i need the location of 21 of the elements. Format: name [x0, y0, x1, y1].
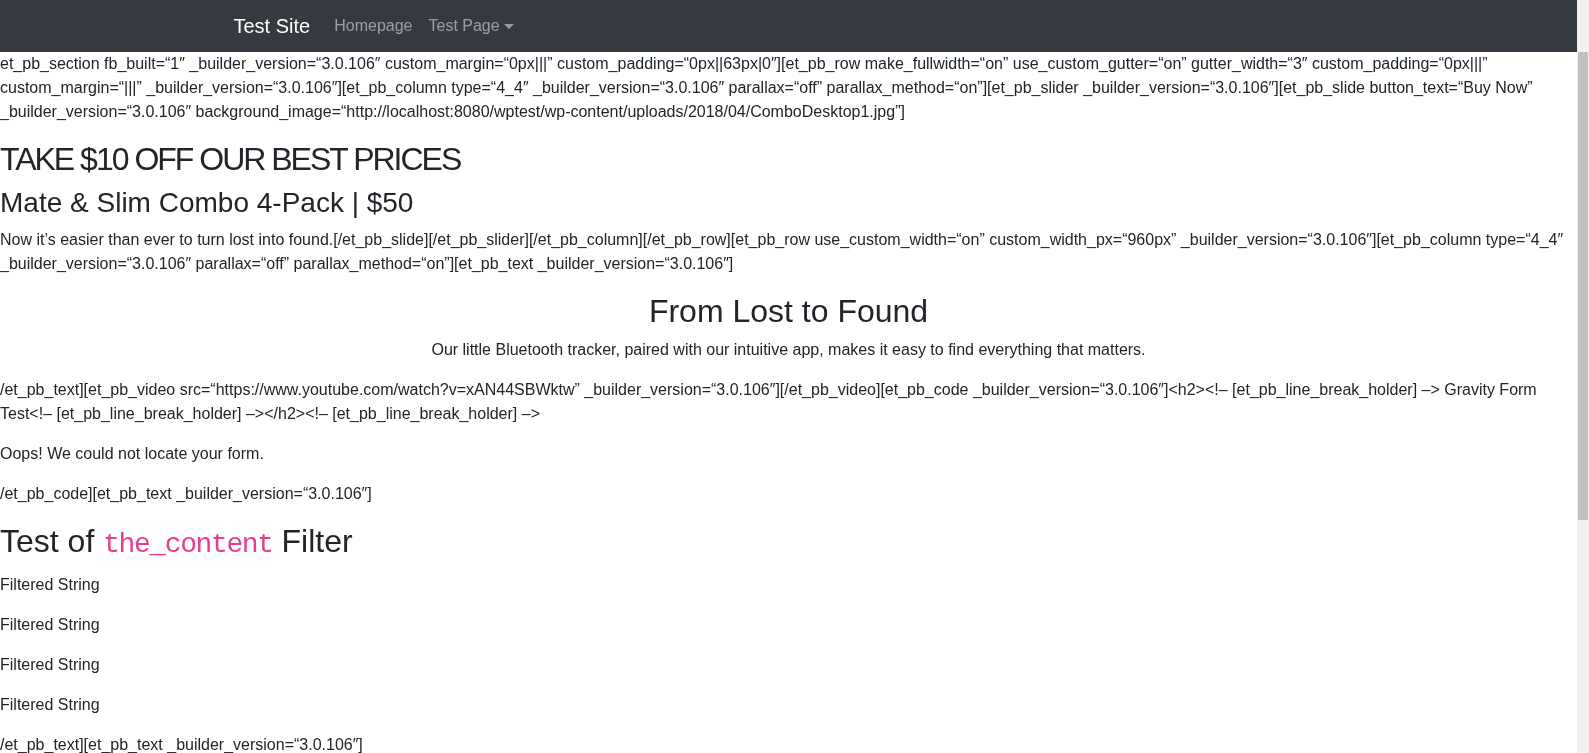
heading: Test of the_content Filter [0, 522, 353, 563]
paragraph: Filtered String [0, 694, 100, 715]
paragraph: Filtered String [0, 654, 100, 675]
heading: From Lost to Found [648, 292, 929, 331]
paragraph: Our little Bluetooth tracker, paired with our intuitive app, makes it easy to find everything that matters. [431, 340, 1146, 361]
paragraph: /et_pb_code][et_pb_text _builder_version=“3.0.106″] [0, 484, 372, 505]
paragraph: Filtered String [0, 614, 100, 635]
paragraph: /et_pb_text][et_pb_video src=“https://www.youtube.com/watch?v=xAN44SBWktw” _builder_version=“3.0.106″][/et_pb_video][et_pb_code _builder_version=“3.0.106″]<h2><!– [et_pb_line_break_holder] –> Gravity Form Test<!– [et_pb_line_break_holder] –></h2><!– [et_pb_line_break_holder] –> [0, 380, 1538, 425]
site-title-link[interactable]: Test Site [233, 11, 311, 41]
paragraph: et_pb_section fb_built=“1″ _builder_version=“3.0.106″ custom_margin=“0px|||” custom_padding=“0px||63px|0″][et_pb_row make_fullwidth=“on” use_custom_gutter=“on” gutter_width=“3″ custom_padding=“0px|||” custom_margin=“|||” _builder_version=“3.0.106″][et_pb_column type=“4_4″ _builder_version=“3.0.106″ parallax=“off” parallax_method=“on”][et_pb_slider _builder_version=“3.0.106″][et_pb_slide button_text=“Buy Now” _builder_version=“3.0.106″ background_image=“http://localhost:8080/wptest/wp-content/uploads/2018/04/ComboDesktop1.jpg”] [0, 54, 1534, 122]
dropdown-toggle[interactable]: Test Page [420, 6, 522, 46]
paragraph: Now it’s easier than ever to turn lost into found.[/et_pb_slide][/et_pb_slider][/et_pb_column][/et_pb_row][et_pb_row use_custom_width=“on” custom_width_px=“960px” _builder_version=“3.0.106″][et_pb_column type=“4_4″ _builder_version=“3.0.106″ parallax=“off” parallax_method=“on”][et_pb_text _builder_version=“3.0.106″] [0, 230, 1565, 274]
caret-icon [503, 23, 514, 29]
scrollbar-thumb[interactable] [1578, 52, 1588, 520]
subheading: Mate & Slim Combo 4-Pack | $50 [0, 186, 414, 220]
nav-link[interactable]: Homepage [326, 6, 421, 46]
paragraph: Filtered String [0, 574, 100, 595]
heading: TAKE $10 OFF OUR BEST PRICES [0, 140, 461, 179]
paragraph: /et_pb_text][et_pb_text _builder_version=“3.0.106″] [0, 734, 363, 753]
scrollbar-track[interactable] [1577, 0, 1589, 753]
paragraph: Oops! We could not locate your form. [0, 444, 264, 465]
